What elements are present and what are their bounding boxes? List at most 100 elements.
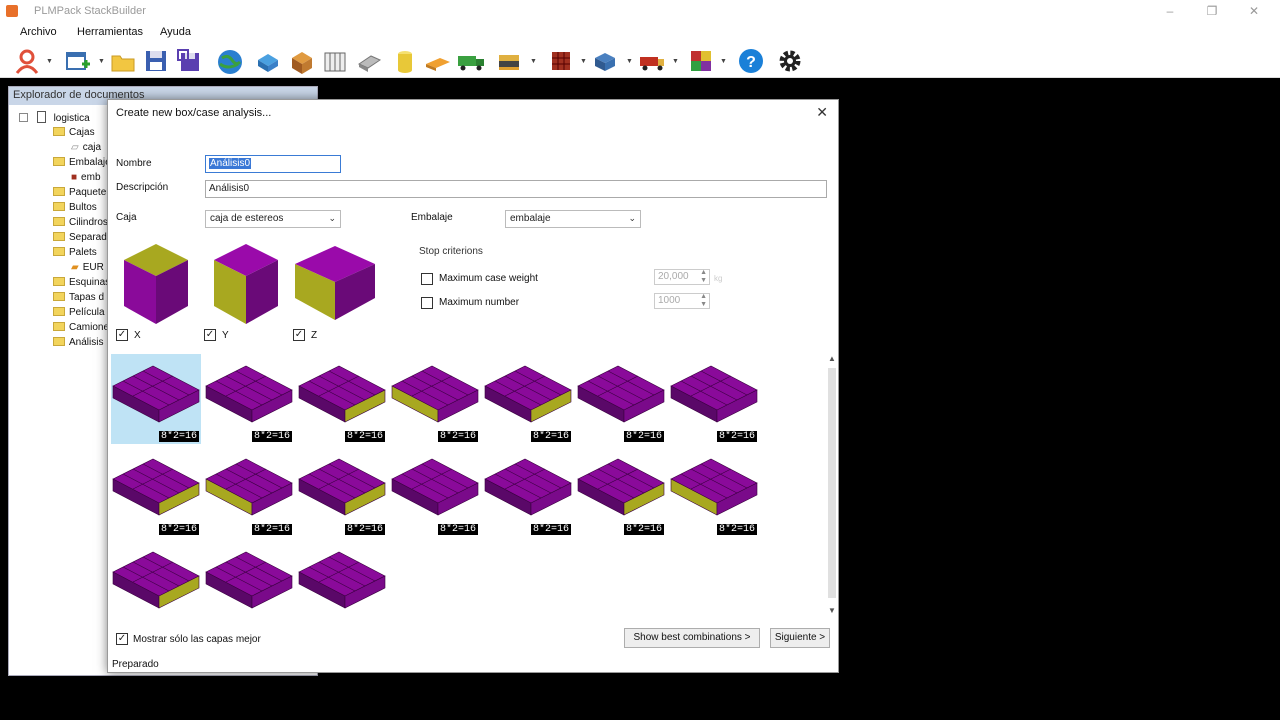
tree-item-cajas[interactable]: Cajas [53, 127, 95, 138]
svg-text:?: ? [746, 54, 756, 71]
tree-item-camiones[interactable]: Camione [53, 322, 109, 333]
layout-count-badge: 8*2=16 [251, 524, 292, 535]
new-analysis-dialog: Create new box/case analysis... ✕ Nombre… [107, 99, 839, 673]
save-as-icon[interactable] [176, 48, 202, 74]
analysis-colored-boxes-icon[interactable] [688, 48, 714, 74]
max-weight-spinner[interactable]: 20,000 ▲ ▼ [654, 269, 710, 285]
tree-item-tapas[interactable]: Tapas d [53, 292, 104, 303]
next-button[interactable]: Siguiente > [770, 628, 830, 648]
orientation-y-checkbox[interactable]: ✓ [204, 329, 216, 341]
box-select[interactable]: caja de estereos ⌄ [205, 210, 341, 228]
orientation-y-cube[interactable] [212, 242, 282, 329]
best-only-label: Mostrar sólo las capas mejor [133, 634, 261, 645]
window-title-bar: PLMPack StackBuilder – ❐ ✕ [0, 0, 1280, 22]
menu-ayuda[interactable]: Ayuda [160, 26, 191, 38]
show-best-combinations-button[interactable]: Show best combinations > [624, 628, 760, 648]
new-case-icon[interactable] [289, 48, 315, 74]
layout-cell[interactable] [111, 540, 201, 630]
analysis-case-pallet-icon[interactable] [496, 48, 522, 74]
max-weight-checkbox[interactable] [421, 273, 433, 285]
analysis-pallet-icon[interactable] [592, 48, 618, 74]
layout-count-badge: 8*2=16 [530, 524, 571, 535]
layout-cell[interactable] [204, 540, 294, 630]
dialog-title: Create new box/case analysis... [116, 107, 272, 119]
tree-item-caja[interactable]: ▱ caja [71, 142, 101, 153]
layout-cell[interactable] [297, 540, 387, 630]
tree-item-emb[interactable]: ■ emb [71, 172, 101, 183]
orientation-x-cube[interactable] [122, 242, 192, 329]
new-pack-icon[interactable] [322, 48, 348, 74]
open-folder-icon[interactable] [110, 48, 136, 74]
max-number-checkbox[interactable] [421, 297, 433, 309]
menu-archivo[interactable]: Archivo [20, 26, 57, 38]
layout-cell[interactable]: 8*2=16 [390, 354, 480, 444]
new-bundle-icon[interactable] [356, 48, 382, 74]
new-pallet-icon[interactable] [424, 48, 450, 74]
menu-herramientas[interactable]: Herramientas [77, 26, 143, 38]
best-only-checkbox[interactable]: ✓ [116, 633, 128, 645]
analysis-truck-icon[interactable] [638, 48, 664, 74]
tree-item-palets[interactable]: Palets [53, 247, 97, 258]
tree-item-cilindros[interactable]: Cilindros [53, 217, 108, 228]
tree-item-eur[interactable]: ▰ EUR [71, 262, 104, 273]
tree-item-embalaje[interactable]: Embalaje [53, 157, 111, 168]
max-number-spinner[interactable]: 1000 ▲ ▼ [654, 293, 710, 309]
layout-cell[interactable]: 8*2=16 [297, 447, 387, 537]
case-select[interactable]: embalaje ⌄ [505, 210, 641, 228]
layout-count-badge: 8*2=16 [530, 431, 571, 442]
layout-cell[interactable]: 8*2=16 [390, 447, 480, 537]
minimize-button[interactable]: – [1160, 3, 1180, 19]
max-weight-label: Maximum case weight [439, 273, 538, 284]
maximize-button[interactable]: ❐ [1202, 3, 1222, 19]
analysis-box-case-icon[interactable] [548, 48, 574, 74]
layout-cell[interactable]: 8*2=16 [204, 447, 294, 537]
orientation-x-label: X [134, 330, 141, 341]
layout-count-badge: 8*2=16 [158, 431, 199, 442]
layout-cell[interactable]: 8*2=16 [204, 354, 294, 444]
name-label: Nombre [116, 158, 152, 169]
layout-cell[interactable]: 8*2=16 [297, 354, 387, 444]
orientation-z-checkbox[interactable]: ✓ [293, 329, 305, 341]
layout-cell[interactable]: 8*2=16 [576, 354, 666, 444]
layout-count-badge: 8*2=16 [437, 524, 478, 535]
tree-root-logistica[interactable]: logistica [19, 111, 90, 124]
orientation-z-cube[interactable] [293, 242, 377, 329]
layout-count-badge: 8*2=16 [158, 524, 199, 535]
layout-cell[interactable]: 8*2=16 [111, 447, 201, 537]
layout-count-badge: 8*2=16 [716, 431, 757, 442]
user-icon[interactable] [14, 48, 40, 74]
window-title: PLMPack StackBuilder [34, 5, 146, 17]
dialog-close-button[interactable]: ✕ [816, 104, 828, 121]
tree-item-analisis[interactable]: Análisis [53, 337, 103, 348]
tree-item-esquinas[interactable]: Esquinas [53, 277, 110, 288]
help-icon[interactable]: ? [738, 48, 764, 74]
tree-item-paquete[interactable]: Paquete [53, 187, 106, 198]
name-input[interactable]: Análisis0 [205, 155, 341, 173]
layout-cell[interactable]: 8*2=16 [669, 354, 759, 444]
layout-scrollbar[interactable]: ▲ ▼ [826, 354, 838, 620]
layout-cell[interactable]: 8*2=16 [669, 447, 759, 537]
close-window-button[interactable]: ✕ [1244, 3, 1264, 19]
orientation-y-label: Y [222, 330, 229, 341]
max-number-label: Maximum number [439, 297, 520, 308]
layout-cell[interactable]: 8*2=16 [483, 354, 573, 444]
scrollbar-thumb[interactable] [828, 368, 836, 598]
globe-icon[interactable] [216, 48, 242, 74]
orientation-x-checkbox[interactable]: ✓ [116, 329, 128, 341]
tree-item-separadores[interactable]: Separad [53, 232, 107, 243]
description-input[interactable]: Análisis0 [205, 180, 827, 198]
layout-cell[interactable]: 8*2=16 [576, 447, 666, 537]
new-box-icon[interactable] [255, 48, 281, 74]
tree-item-bultos[interactable]: Bultos [53, 202, 97, 213]
save-icon[interactable] [143, 48, 169, 74]
settings-gear-icon[interactable] [777, 48, 803, 74]
layout-cell[interactable]: 8*2=16 [111, 354, 201, 444]
layout-cell[interactable]: 8*2=16 [483, 447, 573, 537]
chevron-down-icon: ⌄ [628, 213, 636, 223]
chevron-down-icon: ⌄ [328, 213, 336, 223]
new-cylinder-icon[interactable] [392, 48, 418, 74]
tree-item-pelicula[interactable]: Película [53, 307, 105, 318]
new-document-icon[interactable] [64, 48, 90, 74]
box-label: Caja [116, 212, 137, 223]
new-truck-icon[interactable] [456, 48, 484, 74]
